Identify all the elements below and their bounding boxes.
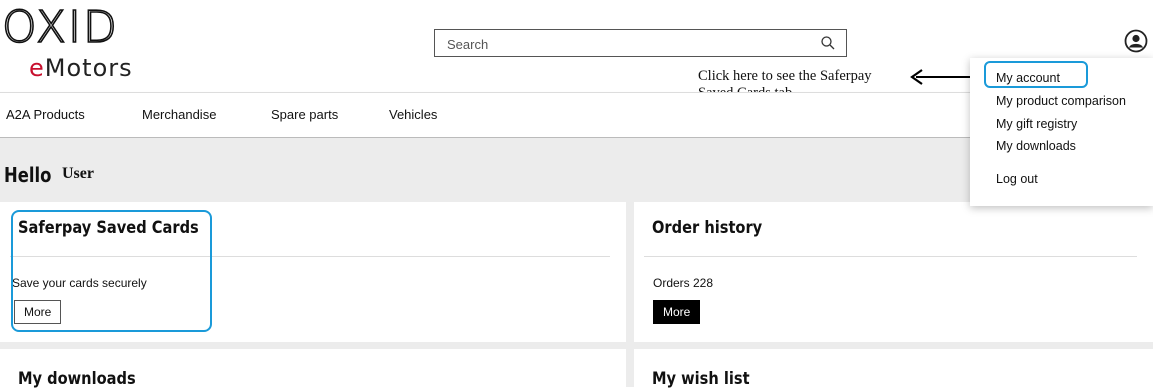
nav-item-vehicles[interactable]: Vehicles bbox=[389, 107, 437, 122]
card-title: My downloads bbox=[18, 369, 136, 389]
greeting-username: User bbox=[62, 165, 94, 182]
search-icon[interactable] bbox=[820, 35, 836, 51]
menu-item-my-downloads[interactable]: My downloads bbox=[996, 139, 1076, 153]
user-account-icon[interactable] bbox=[1124, 29, 1148, 53]
card-my-downloads: My downloads bbox=[0, 349, 626, 389]
card-description: Orders 228 bbox=[653, 276, 714, 290]
arrow-left-icon bbox=[910, 69, 976, 85]
nav-item-spare-parts[interactable]: Spare parts bbox=[271, 107, 338, 122]
menu-item-my-gift-registry[interactable]: My gift registry bbox=[996, 117, 1077, 131]
card-my-wish-list: My wish list bbox=[634, 349, 1153, 389]
search-box[interactable] bbox=[434, 29, 847, 57]
saferpay-card-highlight bbox=[11, 210, 212, 332]
menu-item-log-out[interactable]: Log out bbox=[996, 172, 1038, 186]
logo-wordmark: OXID bbox=[1, 2, 119, 53]
card-order-history: Order history Orders 228 More bbox=[634, 202, 1153, 342]
menu-item-my-product-comparison[interactable]: My product comparison bbox=[996, 94, 1126, 108]
nav-item-a2a-products[interactable]: A2A Products bbox=[6, 107, 85, 122]
menu-item-my-account[interactable]: My account bbox=[996, 71, 1060, 85]
search-input[interactable] bbox=[445, 34, 809, 54]
logo-subtitle: eMotors bbox=[29, 54, 133, 82]
nav-item-merchandise[interactable]: Merchandise bbox=[142, 107, 216, 122]
account-dropdown-menu: My account My product comparison My gift… bbox=[970, 58, 1153, 206]
greeting-hello: Hello bbox=[4, 163, 52, 187]
shop-logo[interactable]: OXID eMotors bbox=[1, 2, 182, 84]
card-divider bbox=[644, 256, 1137, 257]
card-title: Order history bbox=[652, 218, 763, 238]
order-history-more-button[interactable]: More bbox=[653, 300, 701, 324]
card-title: My wish list bbox=[652, 369, 750, 389]
